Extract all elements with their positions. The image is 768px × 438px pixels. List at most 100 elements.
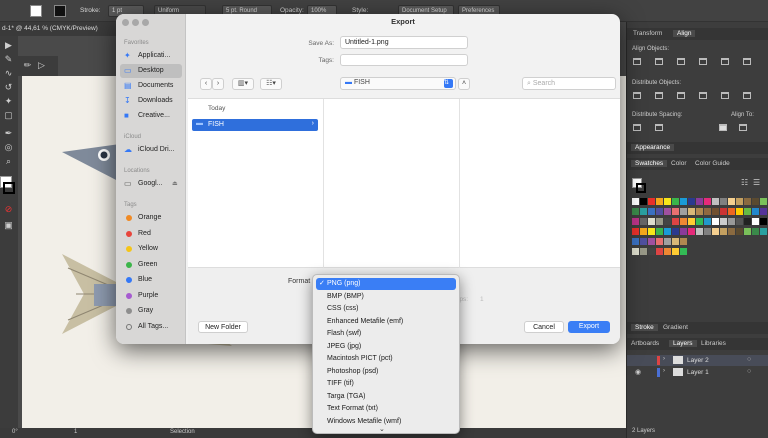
color-swatch[interactable] xyxy=(760,198,767,205)
cancel-button[interactable]: Cancel xyxy=(524,321,564,333)
search-field[interactable]: ⌕ Search xyxy=(522,77,616,90)
color-swatch[interactable] xyxy=(704,218,711,225)
eject-icon[interactable]: ⏏ xyxy=(172,180,178,187)
expand-icon[interactable]: › xyxy=(663,368,665,374)
direct-selection-icon[interactable]: ▷ xyxy=(36,60,47,71)
layer-name[interactable]: Layer 2 xyxy=(687,357,709,364)
color-swatch[interactable] xyxy=(704,208,711,215)
format-option[interactable]: Macintosh PICT (pct) xyxy=(316,353,456,365)
color-swatch[interactable] xyxy=(640,198,647,205)
color-swatch[interactable] xyxy=(720,198,727,205)
minimize-window-button[interactable] xyxy=(132,19,139,26)
sidebar-tag-orange[interactable]: Orange xyxy=(120,211,182,225)
color-swatch[interactable] xyxy=(688,208,695,215)
layer-row[interactable]: › Layer 2 ○ xyxy=(627,355,768,366)
format-option[interactable]: BMP (BMP) xyxy=(316,291,456,303)
color-swatch[interactable] xyxy=(720,218,727,225)
sidebar-tag-blue[interactable]: Blue xyxy=(120,273,182,287)
color-swatch[interactable] xyxy=(672,238,679,245)
zoom-tool-icon[interactable]: ⌕ xyxy=(3,156,14,167)
color-swatch[interactable] xyxy=(672,248,679,255)
rotate-tool-icon[interactable]: ↺ xyxy=(3,82,14,93)
color-swatch[interactable] xyxy=(736,198,743,205)
tab-transform[interactable]: Transform xyxy=(633,30,662,37)
color-swatch[interactable] xyxy=(712,208,719,215)
format-option[interactable]: Flash (swf) xyxy=(316,328,456,340)
color-swatch[interactable] xyxy=(680,198,687,205)
format-option[interactable]: TIFF (tif) xyxy=(316,378,456,390)
visibility-eye-icon[interactable]: ◉ xyxy=(635,368,641,376)
color-swatch[interactable] xyxy=(688,228,695,235)
color-swatch[interactable] xyxy=(632,248,639,255)
align-middle-icon[interactable] xyxy=(721,58,729,65)
artboard-number[interactable]: 1 xyxy=(74,429,77,435)
color-swatch[interactable] xyxy=(696,228,703,235)
align-left-icon[interactable] xyxy=(633,58,641,65)
color-swatch[interactable] xyxy=(664,198,671,205)
free-transform-icon[interactable]: ▢ xyxy=(3,110,14,121)
tab-layers[interactable]: Layers xyxy=(669,340,697,347)
align-bottom-icon[interactable] xyxy=(743,58,751,65)
color-swatch[interactable] xyxy=(656,208,663,215)
format-dropdown-menu[interactable]: ✓ PNG (png) BMP (BMP) CSS (css) Enhanced Met… xyxy=(312,274,460,434)
color-swatch[interactable] xyxy=(736,228,743,235)
layer-name[interactable]: Layer 1 xyxy=(687,369,709,376)
sidebar-item-icloud-drive[interactable]: ☁ iCloud Dri... xyxy=(120,143,182,157)
color-swatch[interactable] xyxy=(680,238,687,245)
none-color-icon[interactable]: ⊘ xyxy=(3,204,14,215)
color-swatch[interactable] xyxy=(744,198,751,205)
color-swatch[interactable] xyxy=(640,208,647,215)
align-to-artboard-icon[interactable] xyxy=(739,124,747,131)
distribute-hcenter-icon[interactable] xyxy=(721,92,729,99)
sidebar-tag-red[interactable]: Red xyxy=(120,227,182,241)
color-swatch[interactable] xyxy=(720,208,727,215)
distribute-top-icon[interactable] xyxy=(633,92,641,99)
color-swatch[interactable] xyxy=(648,248,655,255)
color-swatch[interactable] xyxy=(648,238,655,245)
color-swatch[interactable] xyxy=(640,248,647,255)
color-swatch[interactable] xyxy=(688,198,695,205)
color-swatch[interactable] xyxy=(648,198,655,205)
color-swatch[interactable] xyxy=(664,218,671,225)
new-folder-button[interactable]: New Folder xyxy=(198,321,248,333)
color-swatch[interactable] xyxy=(656,198,663,205)
sidebar-item-applications[interactable]: ✦ Applicati... xyxy=(120,49,182,63)
color-swatch[interactable] xyxy=(680,248,687,255)
color-swatch[interactable] xyxy=(680,218,687,225)
color-swatch[interactable] xyxy=(728,208,735,215)
color-swatch[interactable] xyxy=(736,208,743,215)
color-swatch[interactable] xyxy=(680,228,687,235)
color-swatch[interactable] xyxy=(680,208,687,215)
distribute-bottom-icon[interactable] xyxy=(677,92,685,99)
color-swatch[interactable] xyxy=(640,218,647,225)
save-as-input[interactable]: Untitled-1.png xyxy=(340,36,468,49)
expand-icon[interactable]: › xyxy=(663,356,665,362)
sidebar-tag-alltags[interactable]: All Tags... xyxy=(120,320,182,334)
export-button[interactable]: Export xyxy=(568,321,610,333)
format-option[interactable]: ✓ PNG (png) xyxy=(316,278,456,290)
color-swatch[interactable] xyxy=(648,218,655,225)
format-option[interactable]: Text Format (txt) xyxy=(316,403,456,415)
align-top-icon[interactable] xyxy=(699,58,707,65)
target-icon[interactable]: ○ xyxy=(747,356,751,363)
color-swatch[interactable] xyxy=(712,198,719,205)
color-swatch[interactable] xyxy=(736,218,743,225)
color-swatch[interactable] xyxy=(728,198,735,205)
color-swatch[interactable] xyxy=(744,228,751,235)
color-swatch[interactable] xyxy=(632,208,639,215)
selection-tool-icon[interactable]: ▶ xyxy=(3,40,14,51)
layer-row[interactable]: ◉ › Layer 1 ○ xyxy=(627,367,768,378)
format-option[interactable]: Enhanced Metafile (emf) xyxy=(316,316,456,328)
color-swatch[interactable] xyxy=(744,218,751,225)
zoom-window-button[interactable] xyxy=(142,19,149,26)
color-swatch[interactable] xyxy=(696,208,703,215)
format-option[interactable]: Photoshop (psd) xyxy=(316,366,456,378)
sidebar-item-creative-cloud[interactable]: ■ Creative... xyxy=(120,109,182,123)
curvature-tool-icon[interactable]: ∿ xyxy=(3,68,14,79)
width-tool-icon[interactable]: ✦ xyxy=(3,96,14,107)
color-swatch[interactable] xyxy=(632,238,639,245)
tab-swatches[interactable]: Swatches xyxy=(631,160,668,167)
color-swatch[interactable] xyxy=(752,228,759,235)
color-swatch[interactable] xyxy=(720,228,727,235)
draw-mode-icon[interactable]: ▣ xyxy=(3,220,14,231)
